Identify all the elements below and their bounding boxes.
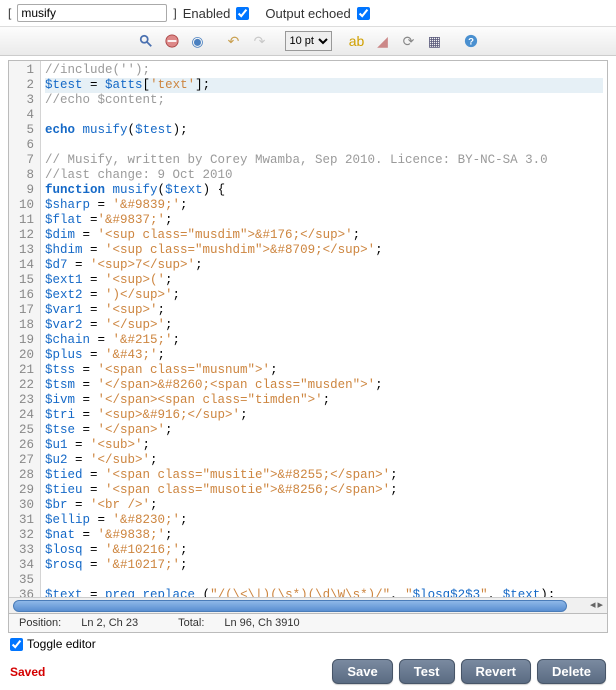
bracket-open: [ xyxy=(8,6,11,20)
editor-container: 1234567891011121314151617181920212223242… xyxy=(8,60,608,614)
enabled-checkbox[interactable] xyxy=(236,7,249,20)
total-label: Total: xyxy=(178,617,204,629)
scrollbar-thumb[interactable] xyxy=(13,600,567,612)
stop-icon[interactable] xyxy=(161,30,183,52)
position-value: Ln 2, Ch 23 xyxy=(81,617,138,629)
plugin-name-input[interactable] xyxy=(17,4,167,22)
toggle-editor-row: Toggle editor xyxy=(0,633,616,655)
refresh-icon[interactable]: ⟳ xyxy=(398,30,420,52)
total-value: Ln 96, Ch 3910 xyxy=(224,617,299,629)
highlight-icon[interactable]: ab xyxy=(346,30,368,52)
find-icon[interactable] xyxy=(135,30,157,52)
save-icon[interactable]: ▦ xyxy=(424,30,446,52)
enabled-label: Enabled xyxy=(183,6,231,21)
saved-status: Saved xyxy=(10,665,326,679)
eraser-icon[interactable]: ◢ xyxy=(372,30,394,52)
code-area[interactable]: 1234567891011121314151617181920212223242… xyxy=(9,61,607,597)
globe-icon[interactable]: ◉ xyxy=(187,30,209,52)
revert-button[interactable]: Revert xyxy=(461,659,531,684)
redo-icon[interactable]: ↷ xyxy=(249,30,271,52)
output-echoed-label: Output echoed xyxy=(265,6,350,21)
bracket-close: ] xyxy=(173,6,176,20)
output-echoed-checkbox[interactable] xyxy=(357,7,370,20)
svg-text:?: ? xyxy=(468,37,474,48)
toggle-editor-checkbox[interactable] xyxy=(10,638,23,651)
help-icon[interactable]: ? xyxy=(460,30,482,52)
footer-bar: Saved Save Test Revert Delete xyxy=(0,655,616,690)
save-button[interactable]: Save xyxy=(332,659,392,684)
undo-icon[interactable]: ↶ xyxy=(223,30,245,52)
scrollbar-arrows[interactable]: ◂▸ xyxy=(590,598,605,611)
toggle-editor-label: Toggle editor xyxy=(27,637,96,651)
position-label: Position: xyxy=(19,617,61,629)
test-button[interactable]: Test xyxy=(399,659,455,684)
code-content[interactable]: //include('');$test = $atts['text'];//ec… xyxy=(41,61,607,597)
horizontal-scrollbar[interactable]: ◂▸ xyxy=(9,597,607,613)
header-bar: [ ] Enabled Output echoed xyxy=(0,0,616,27)
delete-button[interactable]: Delete xyxy=(537,659,606,684)
font-size-select[interactable]: 10 pt xyxy=(285,31,332,51)
editor-toolbar: ◉ ↶ ↷ 10 pt ab ◢ ⟳ ▦ ? xyxy=(0,27,616,56)
status-bar: Position: Ln 2, Ch 23 Total: Ln 96, Ch 3… xyxy=(8,614,608,633)
line-gutter: 1234567891011121314151617181920212223242… xyxy=(9,61,41,597)
